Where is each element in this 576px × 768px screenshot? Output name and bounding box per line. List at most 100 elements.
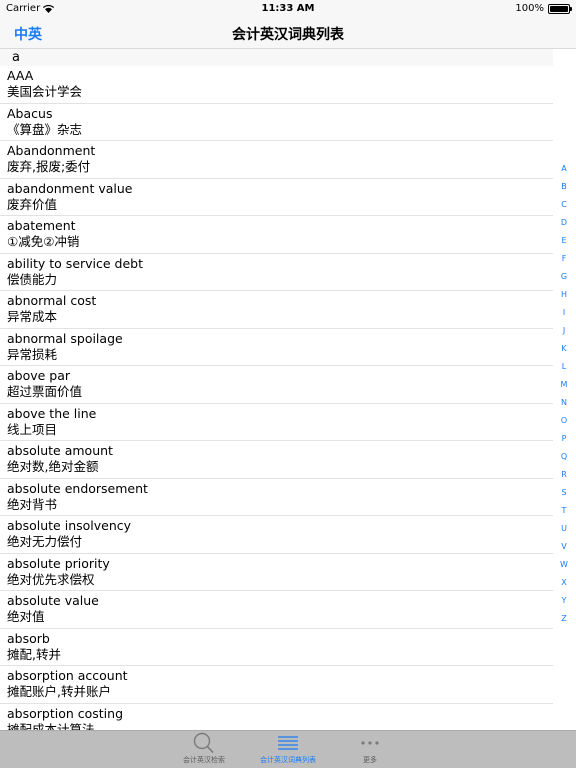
- index-letter[interactable]: J: [556, 322, 572, 340]
- index-letter[interactable]: S: [556, 484, 572, 502]
- entry-english: abatement: [7, 218, 76, 233]
- entry-chinese: 绝对数,绝对金额: [7, 459, 99, 474]
- index-letter[interactable]: C: [556, 196, 572, 214]
- index-letter[interactable]: Q: [556, 448, 572, 466]
- entry-chinese: 绝对背书: [7, 496, 58, 512]
- entry-english: ability to service debt: [7, 255, 144, 271]
- entry-chinese: 摊配,转并: [7, 646, 61, 662]
- index-letter[interactable]: B: [556, 178, 572, 196]
- battery-icon: [548, 3, 572, 14]
- list-item[interactable]: absolute insolvency 绝对无力偿付: [0, 516, 553, 554]
- entry-chinese: 绝对值: [7, 609, 45, 624]
- entry-english: absolute insolvency: [7, 518, 132, 533]
- index-letter[interactable]: I: [556, 304, 572, 322]
- index-letter[interactable]: Z: [556, 610, 572, 628]
- index-letter[interactable]: O: [556, 412, 572, 430]
- entry-chinese: 《算盘》杂志: [7, 121, 83, 137]
- list-item[interactable]: abatement ①减免②冲销: [0, 216, 553, 254]
- entry-english: absorb: [7, 630, 50, 646]
- index-letter[interactable]: N: [556, 394, 572, 412]
- index-letter[interactable]: U: [556, 520, 572, 538]
- entry-english: absorption account: [7, 668, 128, 683]
- list-item[interactable]: absolute endorsement 绝对背书: [0, 479, 553, 516]
- battery-indicator: 100%: [515, 3, 572, 14]
- list-icon: [278, 736, 298, 750]
- index-letter[interactable]: K: [556, 340, 572, 358]
- index-letter[interactable]: L: [556, 358, 572, 376]
- list-item[interactable]: AAA 美国会计学会: [0, 66, 553, 104]
- section-header: a: [0, 49, 553, 66]
- navigation-bar: 中英 会计英汉词典列表: [0, 18, 576, 49]
- entry-english: Abandonment: [7, 143, 96, 158]
- entry-chinese: 废弃价值: [7, 196, 58, 212]
- index-letter[interactable]: E: [556, 232, 572, 250]
- entry-chinese: 线上项目: [7, 421, 58, 437]
- list-item[interactable]: absolute priority 绝对优先求偿权: [0, 554, 553, 591]
- entry-chinese: 美国会计学会: [7, 84, 83, 99]
- entry-english: AAA: [7, 68, 34, 83]
- entry-english: absorption costing: [7, 705, 124, 721]
- index-letter[interactable]: H: [556, 286, 572, 304]
- index-letter[interactable]: F: [556, 250, 572, 268]
- battery-fill: [550, 5, 568, 12]
- entry-english: absolute value: [7, 593, 99, 608]
- list-item[interactable]: absorption costing 摊配成本计算法: [0, 704, 553, 731]
- entry-english: abnormal spoilage: [7, 330, 123, 346]
- entry-chinese: 偿债能力: [7, 271, 58, 287]
- list-item[interactable]: above the line 线上项目: [0, 404, 553, 441]
- tab-more[interactable]: 更多: [330, 732, 410, 768]
- index-letter[interactable]: T: [556, 502, 572, 520]
- status-bar: Carrier 11:33 AM 100%: [0, 0, 576, 18]
- more-icon: [361, 741, 379, 745]
- index-letter[interactable]: Y: [556, 592, 572, 610]
- list-item[interactable]: abnormal cost 异常成本: [0, 291, 553, 329]
- index-letter[interactable]: G: [556, 268, 572, 286]
- entry-chinese: ①减免②冲销: [7, 234, 80, 249]
- entry-english: absolute endorsement: [7, 480, 148, 496]
- battery-percent: 100%: [515, 3, 544, 14]
- page-title: 会计英汉词典列表: [232, 27, 344, 43]
- entry-english: absolute amount: [7, 443, 113, 458]
- dictionary-list[interactable]: a AAA 美国会计学会 Abacus 《算盘》杂志 Abandonment 废弃,报废;…: [0, 49, 553, 730]
- tab-bar: 会计英汉检索 会计英汉词典列表 更多: [0, 730, 576, 768]
- list-item[interactable]: absolute value 绝对值: [0, 591, 553, 629]
- index-letter[interactable]: P: [556, 430, 572, 448]
- list-item[interactable]: abnormal spoilage 异常损耗: [0, 329, 553, 366]
- tab-search[interactable]: 会计英汉检索: [164, 732, 244, 768]
- list-item[interactable]: absorption account 摊配账户,转并账户: [0, 666, 553, 704]
- tab-more-label: 更多: [363, 756, 377, 764]
- alphabet-index[interactable]: ABCDEFGHIJKLMNOPQRSTUVWXYZ: [556, 160, 572, 628]
- entry-chinese: 摊配账户,转并账户: [7, 684, 111, 699]
- entry-english: Abacus: [7, 105, 53, 121]
- index-letter[interactable]: R: [556, 466, 572, 484]
- list-item[interactable]: abandonment value 废弃价值: [0, 179, 553, 216]
- list-item[interactable]: ability to service debt 偿债能力: [0, 254, 553, 291]
- tab-dictionary-list-label: 会计英汉词典列表: [260, 756, 316, 764]
- entry-english: abandonment value: [7, 180, 133, 196]
- list-item[interactable]: absolute amount 绝对数,绝对金额: [0, 441, 553, 479]
- list-item[interactable]: absorb 摊配,转并: [0, 629, 553, 666]
- entry-english: above the line: [7, 405, 97, 421]
- tab-dictionary-list[interactable]: 会计英汉词典列表: [248, 732, 328, 768]
- entry-chinese: 异常损耗: [7, 346, 58, 362]
- entry-english: above par: [7, 368, 71, 383]
- entry-chinese: 超过票面价值: [7, 384, 83, 399]
- list-item[interactable]: above par 超过票面价值: [0, 366, 553, 404]
- index-letter[interactable]: D: [556, 214, 572, 232]
- index-letter[interactable]: A: [556, 160, 572, 178]
- entry-chinese: 异常成本: [7, 309, 58, 324]
- index-letter[interactable]: M: [556, 376, 572, 394]
- entry-chinese: 摊配成本计算法: [7, 721, 95, 731]
- entry-english: absolute priority: [7, 555, 110, 571]
- search-icon: [193, 732, 214, 754]
- entry-chinese: 废弃,报废;委付: [7, 159, 91, 174]
- entry-english: abnormal cost: [7, 293, 97, 308]
- index-letter[interactable]: X: [556, 574, 572, 592]
- index-letter[interactable]: W: [556, 556, 572, 574]
- entry-chinese: 绝对无力偿付: [7, 534, 83, 549]
- entry-chinese: 绝对优先求偿权: [7, 571, 95, 587]
- index-letter[interactable]: V: [556, 538, 572, 556]
- list-item[interactable]: Abacus 《算盘》杂志: [0, 104, 553, 141]
- tab-search-label: 会计英汉检索: [183, 756, 225, 764]
- list-item[interactable]: Abandonment 废弃,报废;委付: [0, 141, 553, 179]
